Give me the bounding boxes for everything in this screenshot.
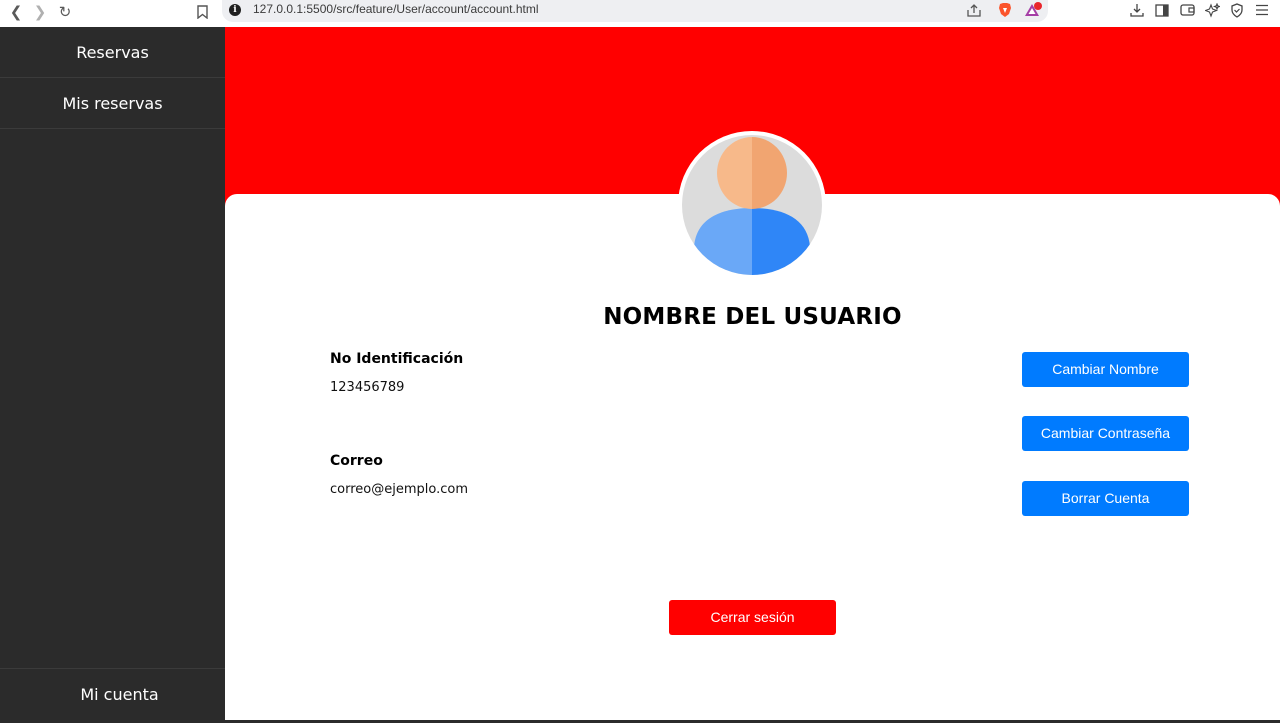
reload-icon[interactable]: ↻ <box>55 2 75 22</box>
id-label: No Identificación <box>330 351 464 367</box>
vpn-icon[interactable] <box>1228 1 1246 19</box>
menu-icon[interactable] <box>1253 1 1271 19</box>
sidebar-item-mis-reservas[interactable]: Mis reservas <box>0 78 225 129</box>
email-label: Correo <box>330 453 383 469</box>
sidebar-item-mi-cuenta-label[interactable]: Mi cuenta <box>0 669 225 721</box>
email-value: correo@ejemplo.com <box>330 482 468 497</box>
back-arrow-icon[interactable]: ❮ <box>6 2 26 22</box>
share-icon[interactable] <box>965 1 983 19</box>
id-value: 123456789 <box>330 380 405 395</box>
address-bar[interactable]: i 127.0.0.1:5500/src/feature/User/accoun… <box>222 0 1048 22</box>
change-name-button[interactable]: Cambiar Nombre <box>1022 352 1189 387</box>
avatar <box>678 131 826 279</box>
account-main: NOMBRE DEL USUARIO No Identificación 123… <box>225 27 1280 720</box>
delete-account-button[interactable]: Borrar Cuenta <box>1022 481 1189 516</box>
sidebar-item-reservas[interactable]: Reservas <box>0 27 225 78</box>
url-text[interactable]: 127.0.0.1:5500/src/feature/User/account/… <box>253 2 539 16</box>
sidebar-icon[interactable] <box>1153 1 1171 19</box>
leo-ai-icon[interactable] <box>1203 1 1221 19</box>
site-info-icon[interactable]: i <box>229 4 241 16</box>
change-password-button[interactable]: Cambiar Contraseña <box>1022 416 1189 451</box>
bookmark-icon[interactable] <box>192 2 212 22</box>
page-title: NOMBRE DEL USUARIO <box>603 304 902 330</box>
sidebar-item-mi-cuenta[interactable]: Mi cuenta <box>0 668 225 720</box>
user-avatar-icon <box>682 135 822 275</box>
browser-toolbar: ❮ ❯ ↻ i 127.0.0.1:5500/src/feature/User/… <box>0 0 1280 27</box>
sidebar: Reservas Mis reservas Mi cuenta <box>0 27 225 723</box>
rewards-icon[interactable] <box>1024 1 1042 19</box>
brave-shield-icon[interactable] <box>996 1 1014 19</box>
logout-button[interactable]: Cerrar sesión <box>669 600 836 635</box>
download-icon[interactable] <box>1128 1 1146 19</box>
forward-arrow-icon[interactable]: ❯ <box>30 2 50 22</box>
wallet-icon[interactable] <box>1178 1 1196 19</box>
